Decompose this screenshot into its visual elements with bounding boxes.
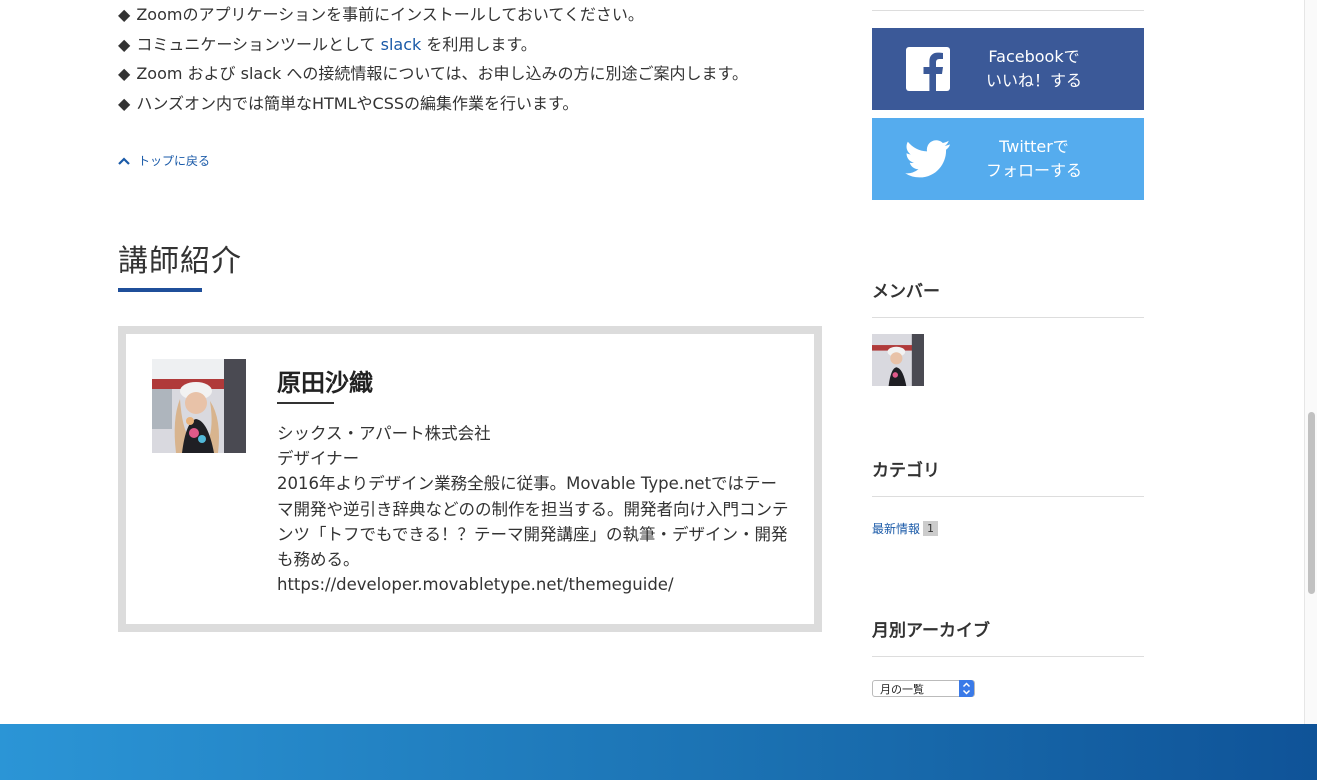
category-count-badge: 1 — [923, 521, 939, 536]
select-arrows-icon — [959, 680, 974, 697]
note-item: ◆ コミュニケーションツールとして slack を利用します。 — [118, 34, 537, 54]
profile-name: 原田沙織 — [277, 369, 373, 397]
main-content: ◆ Zoomのアプリケーションを事前にインストールしておいてください。 ◆ コミュニ… — [118, 0, 822, 632]
profile-role: デザイナー — [277, 449, 360, 469]
diamond-bullet-icon: ◆ — [118, 64, 131, 83]
twitter-label-line1: Twitterで — [999, 137, 1069, 156]
divider — [872, 10, 1144, 11]
divider — [872, 656, 1144, 657]
members-heading: メンバー — [872, 282, 940, 302]
profile-bio: シックス・アパート株式会社 デザイナー 2016年よりデザイン業務全般に従事。M… — [277, 421, 792, 597]
member-avatar[interactable] — [872, 334, 924, 386]
facebook-like-button[interactable]: Facebookで いいね！する — [872, 28, 1144, 110]
archive-heading: 月別アーカイブ — [872, 621, 990, 641]
back-to-top-label: トップに戻る — [138, 154, 211, 168]
note-item: ◆ Zoomのアプリケーションを事前にインストールしておいてください。 — [118, 5, 644, 24]
profile-avatar — [152, 359, 246, 453]
monthly-archive-select[interactable]: 月の一覧 — [872, 680, 975, 697]
profile-name-underline — [277, 402, 334, 404]
note-item: ◆ ハンズオン内では簡単なHTMLやCSSの編集作業を行います。 — [118, 93, 579, 113]
profile-card: 原田沙織 シックス・アパート株式会社 デザイナー 2016年よりデザイン業務全般… — [118, 326, 822, 632]
divider — [872, 496, 1144, 497]
twitter-label-line2: フォローする — [985, 161, 1082, 180]
categories-heading: カテゴリ — [872, 461, 940, 481]
diamond-bullet-icon: ◆ — [118, 93, 131, 113]
scrollbar-thumb[interactable] — [1308, 412, 1315, 594]
slack-link[interactable]: slack — [381, 35, 422, 54]
section-title: 講師紹介 — [118, 244, 242, 279]
notes-list: ◆ Zoomのアプリケーションを事前にインストールしておいてください。 ◆ コミュニ… — [118, 0, 822, 118]
facebook-label-line2: いいね！する — [985, 71, 1082, 90]
category-link-news[interactable]: 最新情報 1 — [872, 520, 939, 537]
note-item: ◆ Zoom および slack への接続情報については、お申し込みの方に別途ご案… — [118, 64, 748, 83]
back-to-top-link[interactable]: トップに戻る — [118, 152, 210, 169]
profile-description: 2016年よりデザイン業務全般に従事。Movable Type.netではテーマ… — [277, 474, 789, 570]
diamond-bullet-icon: ◆ — [118, 5, 131, 24]
facebook-label-line1: Facebookで — [988, 47, 1080, 66]
twitter-icon — [872, 140, 984, 178]
chevron-up-icon — [118, 156, 130, 165]
vertical-scrollbar[interactable] — [1304, 0, 1317, 724]
twitter-follow-button[interactable]: Twitterで フォローする — [872, 118, 1144, 200]
diamond-bullet-icon: ◆ — [118, 34, 131, 54]
divider — [872, 317, 1144, 318]
footer — [0, 724, 1317, 780]
section-title-underline — [118, 288, 202, 292]
facebook-icon — [872, 47, 984, 91]
profile-company: シックス・アパート株式会社 — [277, 424, 491, 443]
profile-url: https://developer.movabletype.net/themeg… — [277, 575, 674, 595]
